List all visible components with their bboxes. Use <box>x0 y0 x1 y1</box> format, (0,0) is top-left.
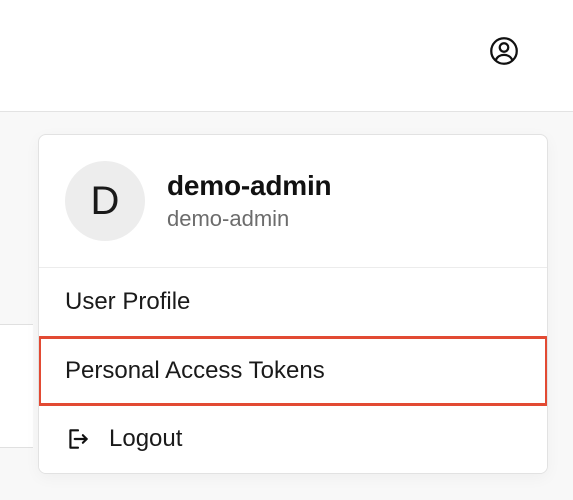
user-menu-button[interactable] <box>488 36 520 68</box>
menu-item-user-profile[interactable]: User Profile <box>39 268 547 337</box>
avatar-initial: D <box>91 179 120 224</box>
user-display-name: demo-admin <box>167 170 331 202</box>
background-panel <box>0 324 33 448</box>
menu-item-logout[interactable]: Logout <box>39 405 547 473</box>
logout-icon <box>65 426 91 452</box>
menu-item-personal-access-tokens[interactable]: Personal Access Tokens <box>38 336 548 406</box>
app-header <box>0 0 573 112</box>
user-dropdown-menu: D demo-admin demo-admin User Profile Per… <box>38 134 548 474</box>
menu-item-label: User Profile <box>65 288 190 316</box>
user-username: demo-admin <box>167 206 331 232</box>
user-info: demo-admin demo-admin <box>167 170 331 232</box>
avatar: D <box>65 161 145 241</box>
dropdown-header: D demo-admin demo-admin <box>39 135 547 268</box>
menu-item-label: Logout <box>109 425 182 453</box>
user-circle-icon <box>489 36 519 69</box>
menu-item-label: Personal Access Tokens <box>65 357 325 385</box>
